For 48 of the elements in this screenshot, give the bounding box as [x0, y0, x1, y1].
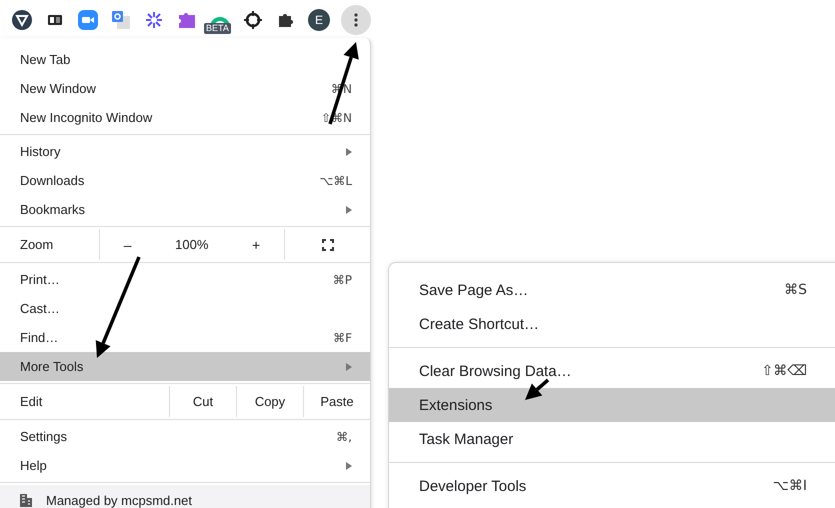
shortcut-text: ⌥⌘I — [772, 478, 807, 494]
crosshair-icon[interactable] — [244, 11, 262, 29]
shortcut-text: ⌘, — [336, 430, 352, 444]
fullscreen-icon[interactable] — [322, 238, 334, 250]
card-icon[interactable] — [48, 15, 62, 25]
more-icon — [354, 13, 358, 27]
submenu-arrow-icon — [346, 362, 352, 370]
edit-button[interactable]: Paste — [303, 386, 370, 417]
translate-icon[interactable] — [112, 11, 130, 29]
menu-item[interactable]: Downloads ⌥⌘L — [0, 166, 370, 195]
edit-label: Edit — [19, 393, 44, 411]
asterisk-icon[interactable] — [145, 11, 163, 29]
submenu-item[interactable]: Task Manager — [389, 422, 835, 456]
menu-item[interactable]: Cast… — [0, 294, 370, 323]
menu-item[interactable]: Print… ⌘P — [0, 265, 370, 294]
zoom-in-button[interactable]: + — [248, 236, 264, 252]
zoom-value: 100% — [175, 237, 208, 252]
submenu-item[interactable]: Create Shortcut… — [389, 307, 835, 341]
menu-item[interactable]: More Tools — [0, 352, 370, 381]
submenu-item[interactable]: Save Page As… ⌘S — [389, 273, 835, 307]
edit-button[interactable]: Cut — [169, 386, 236, 417]
submenu-item[interactable]: Developer Tools ⌥⌘I — [389, 469, 835, 503]
edit-button[interactable]: Copy — [236, 386, 303, 417]
arrow — [525, 378, 550, 400]
submenu-arrow-icon — [346, 462, 352, 470]
menu-item[interactable]: Settings ⌘, — [0, 422, 370, 451]
video-camera-icon[interactable] — [78, 10, 98, 30]
shortcut-text: ⌥⌘L — [319, 174, 352, 188]
avatar[interactable]: E — [308, 9, 330, 31]
shortcut-text: ⌘P — [332, 272, 352, 286]
puzzle-icon[interactable] — [278, 12, 294, 28]
submenu-arrow-icon — [346, 206, 352, 214]
submenu-item[interactable]: Clear Browsing Data… ⇧⌘⌫ — [389, 354, 835, 388]
beta-badge: BETA — [204, 23, 231, 34]
submenu-item[interactable]: Extensions — [389, 388, 835, 422]
submenu-arrow-icon — [346, 148, 352, 156]
menu-item[interactable]: Help — [0, 451, 370, 480]
shortcut-text: ⇧⌘⌫ — [761, 363, 807, 379]
menu-item[interactable]: Bookmarks — [0, 195, 370, 224]
menu-item[interactable]: New Tab — [0, 45, 370, 74]
menu-item[interactable]: Find… ⌘F — [0, 323, 370, 352]
menu-button[interactable] — [341, 5, 371, 35]
menu-item[interactable]: History — [0, 137, 370, 166]
shortcut-text: ⌘S — [784, 282, 807, 298]
zoom-out-button[interactable]: – — [120, 236, 136, 252]
zoom-label: Zoom — [19, 236, 54, 254]
shortcut-text: ⌘F — [333, 330, 352, 344]
shield-icon[interactable] — [12, 10, 32, 30]
